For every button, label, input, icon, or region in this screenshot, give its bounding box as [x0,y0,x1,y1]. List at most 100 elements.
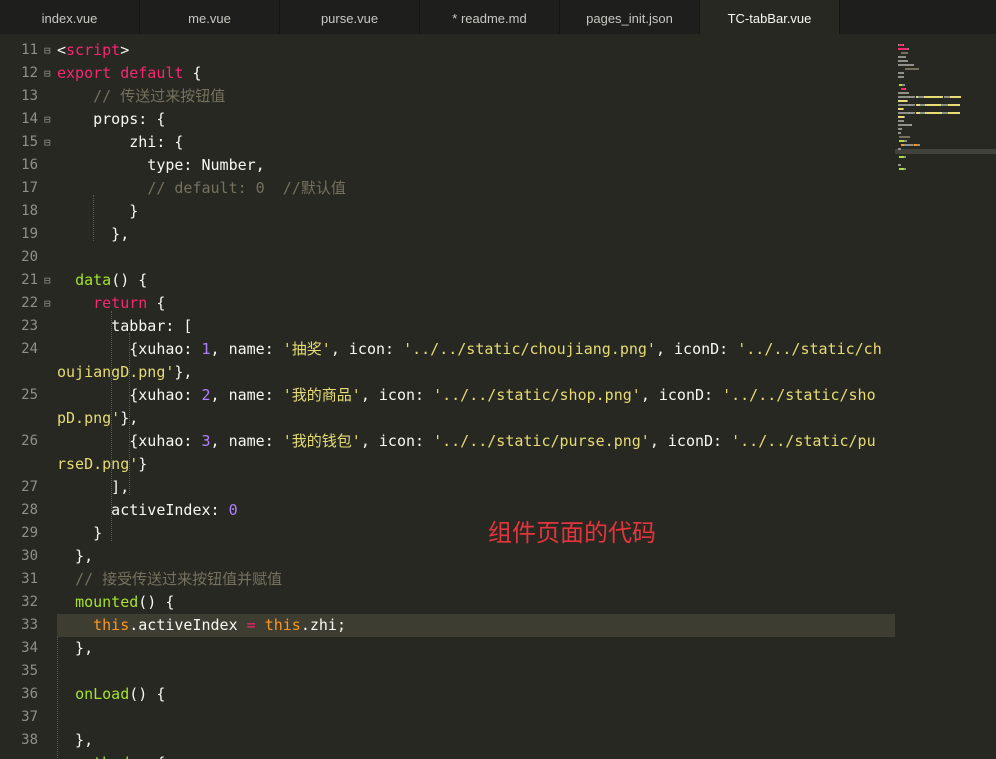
code-token: , iconD: [655,340,738,358]
minimap[interactable] [895,34,996,759]
code-token: () { [111,271,148,289]
code-line[interactable] [0,706,895,729]
minimap-line [916,144,921,146]
code-token: tabbar: [ [57,317,193,335]
code-line[interactable] [0,246,895,269]
minimap-line [907,100,909,102]
code-token: mounted [75,593,139,611]
code-token: .zhi; [300,616,346,634]
code-token: // default: 0 //默认值 [147,179,346,197]
line-number: 25 [21,387,38,403]
code-text: tabbar: [ [57,315,887,338]
minimap-line [898,148,901,150]
code-token: , icon: [360,432,434,450]
code-token: this [93,616,130,634]
code-token: }, [174,363,193,381]
minimap-line [905,68,919,70]
fold-toggle-icon[interactable]: ⊟ [44,39,51,62]
minimap-line [898,96,910,98]
code-line[interactable] [0,660,895,683]
code-text: }, [57,637,887,660]
code-text: <script> [57,39,887,62]
minimap-line [898,48,908,50]
code-text: {xuhao: 3, name: '我的钱包', icon: '../../st… [57,430,887,453]
tab-me-vue[interactable]: me.vue [140,0,280,34]
code-text: }, [57,545,887,568]
code-text: rseD.png'} [57,453,887,476]
minimap-line [911,124,912,126]
code-token: , name: [210,432,283,450]
line-number: 36 [21,686,38,702]
code-token: , icon: [330,340,404,358]
minimap-line [898,56,907,58]
minimap-line [904,168,907,170]
minimap-line [923,96,944,98]
line-number: 18 [21,203,38,219]
minimap-line [898,104,910,106]
code-token: , iconD: [640,386,723,404]
code-token: }, [57,731,94,749]
code-token: { [147,294,166,312]
minimap-line [898,120,904,122]
code-token: '../../static/shop.png' [433,386,641,404]
code-editor[interactable]: 11 ⊟ <script> 12 ⊟ export default {13 // 传送过来… [0,34,895,759]
fold-toggle-icon[interactable]: ⊟ [44,62,51,85]
minimap-line [898,124,912,126]
code-text: }, [57,223,887,246]
line-number: 16 [21,157,38,173]
code-token: {xuhao: [57,340,202,358]
code-token: '我的钱包' [282,432,361,450]
code-text: return { [57,292,887,315]
code-text: // 接受传送过来按钮值并赋值 [57,568,887,591]
line-number: 27 [21,479,38,495]
line-number: 26 [21,433,38,449]
code-token: // 传送过来按钮值 [93,87,226,105]
code-token: = [246,616,256,634]
code-text: mounted() { [57,591,887,614]
minimap-line [898,112,910,114]
tab-index-vue[interactable]: index.vue [0,0,140,34]
minimap-line [902,44,904,46]
minimap-line [898,92,909,94]
code-token: '../../static/sho [722,386,876,404]
fold-toggle-icon[interactable]: ⊟ [44,108,51,131]
minimap-line [949,96,961,98]
fold-toggle-icon[interactable]: ⊟ [44,269,51,292]
line-number: 31 [21,571,38,587]
minimap-line [905,88,907,90]
line-number: 13 [21,88,38,104]
minimap-line [898,128,902,130]
code-token: methods [75,754,138,759]
code-token: () { [138,593,175,611]
code-token: }, [120,409,139,427]
minimap-line [898,72,905,74]
minimap-viewport[interactable] [895,149,996,154]
code-text: // 传送过来按钮值 [57,85,887,108]
code-token: '我的商品' [282,386,361,404]
tab-bar: index.vue me.vue purse.vue * readme.md p… [0,0,996,34]
minimap-line [898,64,915,66]
tab-readme-md[interactable]: * readme.md [420,0,560,34]
code-token: }, [57,639,94,657]
code-token: data [75,271,112,289]
code-text: props: { [57,108,887,131]
tab-pages-init-json[interactable]: pages_init.json [560,0,700,34]
minimap-line [898,76,904,78]
code-token: : { [138,754,165,759]
tab-tc-tabbar-vue[interactable]: TC-tabBar.vue [700,0,840,34]
fold-toggle-icon[interactable]: ⊟ [44,131,51,154]
code-token: }, [57,547,94,565]
fold-toggle-icon[interactable]: ⊟ [44,292,51,315]
code-token: .activeIndex [129,616,247,634]
line-number: 17 [21,180,38,196]
code-text: data() { [57,269,887,292]
tab-purse-vue[interactable]: purse.vue [280,0,420,34]
